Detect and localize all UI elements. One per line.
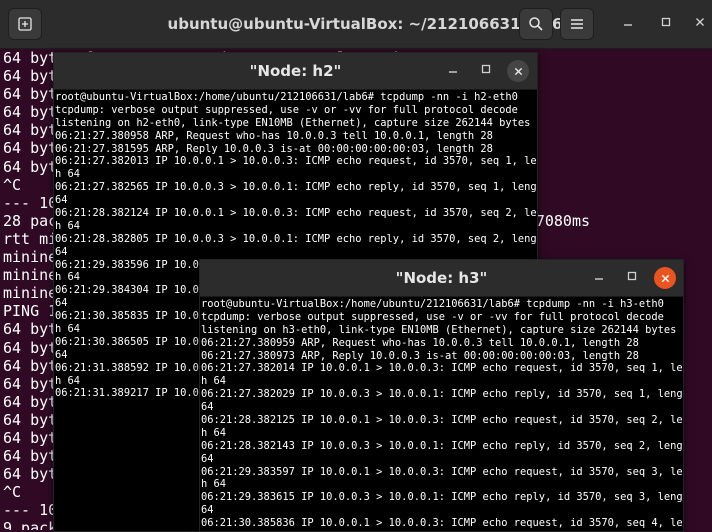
node-h2-minimize-button[interactable] — [445, 63, 461, 78]
node-h2-terminal-line: h 64 — [55, 219, 81, 232]
maximize-icon — [481, 64, 491, 74]
node-h3-terminal-line: 06:21:29.383597 IP 10.0.0.1 > 10.0.0.3: … — [201, 465, 683, 478]
node-h3-terminal-line: 64 — [201, 452, 214, 465]
node-h2-terminal-line: 64 — [55, 194, 68, 207]
node-h3-window[interactable]: "Node: h3" root@ubuntu-VirtualBox:/home/… — [199, 259, 684, 532]
node-h3-terminal-line: 64 — [201, 401, 214, 414]
main-close-button[interactable] — [692, 16, 708, 31]
close-icon — [661, 274, 669, 282]
search-icon — [529, 17, 543, 31]
node-h2-terminal-line: root@ubuntu-VirtualBox:/home/ubuntu/2121… — [55, 91, 518, 103]
node-h3-close-button[interactable] — [654, 267, 676, 289]
node-h3-terminal-line: 06:21:27.380959 ARP, Request who-has 10.… — [201, 336, 639, 349]
minimize-icon — [449, 71, 457, 73]
new-tab-icon — [18, 17, 32, 31]
node-h3-terminal-line: h 64 — [201, 478, 227, 491]
menu-button[interactable] — [560, 8, 594, 40]
minimize-icon — [595, 278, 603, 280]
node-h3-terminal[interactable]: root@ubuntu-VirtualBox:/home/ubuntu/2121… — [200, 297, 683, 531]
node-h3-terminal-line: 06:21:27.380973 ARP, Reply 10.0.0.3 is-a… — [201, 349, 639, 362]
node-h2-terminal-line: 06:21:27.382013 IP 10.0.0.1 > 10.0.0.3: … — [55, 155, 537, 168]
node-h3-title: "Node: h3" — [395, 269, 488, 287]
node-h3-terminal-line: 06:21:28.382143 IP 10.0.0.3 > 10.0.0.1: … — [201, 439, 683, 452]
node-h3-terminal-line: 64 — [201, 504, 214, 517]
node-h2-terminal-line: listening on h2-eth0, link-type EN10MB (… — [55, 116, 531, 129]
node-h2-terminal-line: 06:21:27.380958 ARP, Request who-has 10.… — [55, 129, 493, 142]
node-h2-terminal-line: 06:21:28.382124 IP 10.0.0.1 > 10.0.0.3: … — [55, 207, 537, 220]
node-h2-terminal-line: h 64 — [55, 168, 81, 181]
hamburger-menu-icon — [571, 19, 583, 29]
main-minimize-button[interactable] — [620, 16, 636, 31]
node-h3-terminal-line: listening on h3-eth0, link-type EN10MB (… — [201, 323, 677, 336]
minimize-icon — [624, 24, 632, 26]
close-icon — [514, 67, 522, 75]
node-h2-titlebar[interactable]: "Node: h2" — [54, 53, 537, 90]
maximize-icon — [627, 271, 637, 281]
node-h2-close-button[interactable] — [507, 60, 529, 82]
node-h3-terminal-line: h 64 — [201, 426, 227, 439]
node-h3-terminal-line: tcpdump: verbose output suppressed, use … — [201, 310, 664, 323]
node-h3-titlebar[interactable]: "Node: h3" — [200, 260, 683, 297]
node-h2-terminal-line: tcpdump: verbose output suppressed, use … — [55, 103, 518, 116]
close-icon — [696, 18, 704, 26]
node-h3-terminal-line: 06:21:28.382125 IP 10.0.0.1 > 10.0.0.3: … — [201, 414, 683, 427]
node-h2-maximize-button[interactable] — [478, 63, 494, 78]
new-tab-button[interactable] — [8, 8, 42, 40]
search-button[interactable] — [519, 8, 553, 40]
node-h2-terminal-line: 64 — [55, 245, 68, 258]
node-h2-terminal-line: 06:21:27.381595 ARP, Reply 10.0.0.3 is-a… — [55, 142, 493, 155]
node-h2-terminal-line: 06:21:28.382805 IP 10.0.0.3 > 10.0.0.1: … — [55, 232, 537, 245]
node-h3-terminal-line: 06:21:27.382014 IP 10.0.0.1 > 10.0.0.3: … — [201, 362, 683, 375]
node-h3-terminal-line: root@ubuntu-VirtualBox:/home/ubuntu/2121… — [201, 298, 664, 310]
node-h3-minimize-button[interactable] — [591, 270, 607, 285]
maximize-icon — [661, 17, 671, 27]
main-maximize-button[interactable] — [658, 16, 674, 31]
node-h3-terminal-line: h 64 — [201, 375, 227, 388]
node-h3-terminal-line: 06:21:30.385836 IP 10.0.0.1 > 10.0.0.3: … — [201, 517, 683, 530]
node-h3-maximize-button[interactable] — [624, 270, 640, 285]
main-window-header: ubuntu@ubuntu-VirtualBox: ~/212106631/la… — [0, 0, 712, 49]
node-h3-terminal-line: 06:21:27.382029 IP 10.0.0.3 > 10.0.0.1: … — [201, 388, 683, 401]
node-h3-terminal-line: 06:21:29.383615 IP 10.0.0.3 > 10.0.0.1: … — [201, 491, 683, 504]
node-h2-terminal-line: 06:21:27.382565 IP 10.0.0.3 > 10.0.0.1: … — [55, 181, 537, 194]
node-h2-title: "Node: h2" — [249, 62, 342, 80]
